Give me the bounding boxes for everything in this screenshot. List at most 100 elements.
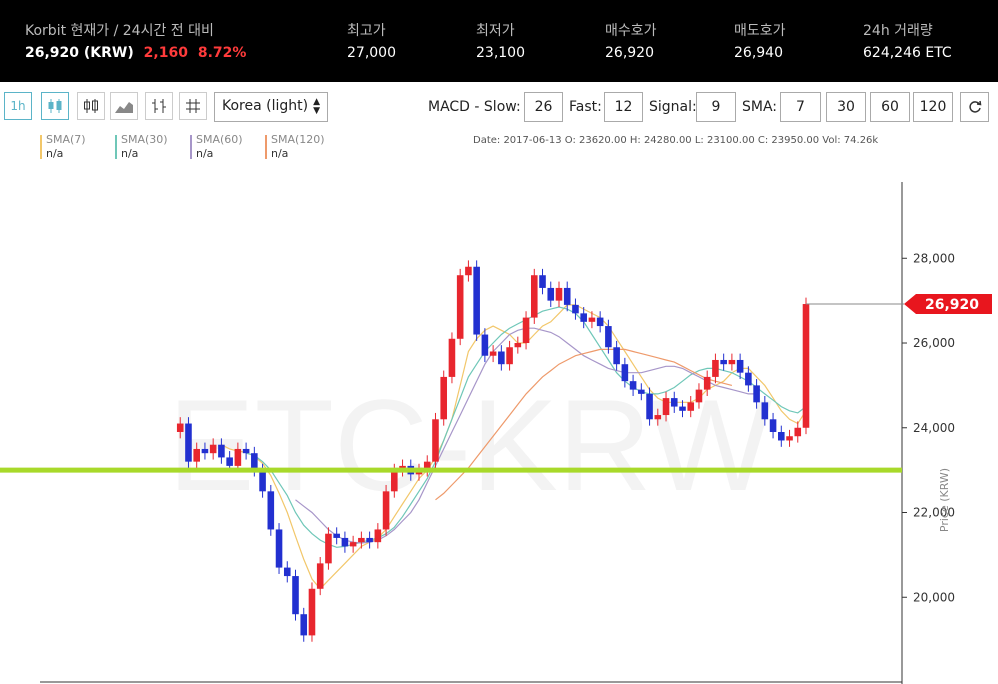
candle-body bbox=[308, 588, 316, 636]
candle-body bbox=[292, 576, 299, 615]
refresh-icon[interactable] bbox=[960, 92, 989, 122]
y-tick-label: 26,000 bbox=[913, 336, 955, 350]
macd-slow-input[interactable]: 26 bbox=[524, 92, 563, 122]
legend-sma120-name: SMA(120) bbox=[271, 133, 325, 146]
candle-body bbox=[251, 453, 258, 471]
bar-chart-icon[interactable] bbox=[145, 92, 173, 120]
candle-body bbox=[391, 470, 398, 492]
sma-label: SMA: bbox=[742, 99, 778, 115]
candle-body bbox=[745, 372, 752, 386]
candle-body bbox=[226, 457, 233, 466]
ohlc-chart-icon[interactable] bbox=[77, 92, 105, 120]
grid-icon[interactable] bbox=[179, 92, 207, 120]
interval-button[interactable]: 1h bbox=[4, 92, 32, 120]
candlestick-chart-icon[interactable] bbox=[41, 92, 69, 120]
fast-label: Fast: bbox=[569, 99, 602, 115]
candle-body bbox=[489, 351, 497, 356]
candle-body bbox=[349, 542, 357, 547]
y-tick-label: 24,000 bbox=[913, 421, 955, 435]
legend-sma60-value: n/a bbox=[196, 147, 214, 160]
candle-body bbox=[432, 419, 439, 462]
price-change-pct: 8.72% bbox=[197, 45, 247, 61]
candle-body bbox=[201, 448, 209, 454]
candle-body bbox=[465, 266, 472, 276]
ticker-title: Korbit 현재가 / 24시간 전 대비 bbox=[25, 23, 214, 39]
candle-body bbox=[530, 275, 538, 318]
legend-sma30-name: SMA(30) bbox=[121, 133, 168, 146]
candle-body bbox=[753, 385, 760, 403]
candle-body bbox=[802, 304, 810, 428]
candle-body bbox=[547, 287, 555, 301]
candle-body bbox=[283, 567, 291, 577]
low-label: 최저가 bbox=[476, 23, 515, 39]
volume-label: 24h 거래량 bbox=[863, 23, 933, 39]
legend-sma120-value: n/a bbox=[271, 147, 289, 160]
candle-body bbox=[382, 491, 390, 530]
low-value: 23,100 bbox=[476, 45, 525, 61]
candle-body bbox=[185, 423, 192, 462]
sma-input-4[interactable]: 120 bbox=[913, 92, 953, 122]
macd-label: MACD - Slow: bbox=[428, 99, 521, 115]
candle-body bbox=[572, 304, 579, 314]
legend-sma120-swatch bbox=[265, 135, 267, 159]
volume-value: 624,246 ETC bbox=[863, 45, 952, 61]
candle-body bbox=[300, 614, 308, 636]
macd-fast-input[interactable]: 12 bbox=[604, 92, 643, 122]
candle-body bbox=[605, 326, 612, 348]
ohlc-readout: Date: 2017-06-13 O: 23620.00 H: 24280.00… bbox=[473, 135, 879, 146]
y-tick-label: 28,000 bbox=[913, 251, 955, 265]
sma-input-3[interactable]: 60 bbox=[870, 92, 910, 122]
candle-body bbox=[794, 427, 802, 437]
candle-body bbox=[638, 389, 645, 394]
legend-sma7-value: n/a bbox=[46, 147, 64, 160]
candle-body bbox=[498, 351, 505, 365]
candle-body bbox=[769, 419, 777, 432]
high-value: 27,000 bbox=[347, 45, 396, 61]
candle-body bbox=[720, 359, 727, 365]
candle-body bbox=[481, 334, 489, 356]
sma-input-2[interactable]: 30 bbox=[826, 92, 866, 122]
candle-body bbox=[629, 381, 637, 390]
select-arrows-icon: ▲ ▼ bbox=[313, 97, 320, 116]
sma-input-1[interactable]: 7 bbox=[780, 92, 821, 122]
ask-label: 매도호가 bbox=[734, 23, 786, 39]
candle-body bbox=[358, 537, 365, 543]
candle-body bbox=[786, 436, 793, 441]
current-price-marker: 26,920 bbox=[806, 294, 992, 315]
candle-body bbox=[728, 359, 736, 365]
candle-body bbox=[316, 563, 324, 589]
candle-body bbox=[440, 376, 448, 420]
candle-body bbox=[555, 287, 563, 301]
legend-sma7-name: SMA(7) bbox=[46, 133, 86, 146]
signal-label: Signal: bbox=[649, 99, 697, 115]
area-chart-icon[interactable] bbox=[110, 92, 138, 120]
candle-body bbox=[341, 537, 349, 547]
candle-body bbox=[679, 406, 686, 411]
candle-body bbox=[687, 402, 695, 411]
candle-body bbox=[176, 423, 184, 432]
high-label: 최고가 bbox=[347, 23, 386, 39]
macd-signal-input[interactable]: 9 bbox=[696, 92, 736, 122]
legend-sma30-swatch bbox=[115, 135, 117, 159]
candle-body bbox=[588, 317, 596, 322]
candle-body bbox=[646, 393, 653, 420]
legend-sma7-swatch bbox=[40, 135, 42, 159]
candle-body bbox=[539, 275, 546, 288]
candle-body bbox=[473, 266, 480, 335]
candle-body bbox=[456, 275, 464, 339]
legend-sma30-value: n/a bbox=[121, 147, 139, 160]
candle-body bbox=[506, 347, 513, 365]
current-price-tag-text: 26,920 bbox=[925, 297, 979, 313]
candle-body bbox=[267, 491, 275, 530]
legend-sma60-swatch bbox=[190, 135, 192, 159]
price-chart[interactable]: ETC-KRW 20,00022,00024,00026,00028,000 P… bbox=[0, 160, 998, 684]
candle-body bbox=[778, 432, 785, 441]
candle-body bbox=[259, 470, 266, 492]
bid-label: 매수호가 bbox=[605, 23, 657, 39]
candle-body bbox=[218, 444, 225, 458]
candle-body bbox=[712, 359, 719, 377]
candle-body bbox=[596, 317, 604, 327]
theme-select[interactable]: Korea (light) ▲ ▼ bbox=[214, 92, 328, 122]
candle-body bbox=[761, 402, 769, 420]
candle-body bbox=[662, 398, 670, 416]
